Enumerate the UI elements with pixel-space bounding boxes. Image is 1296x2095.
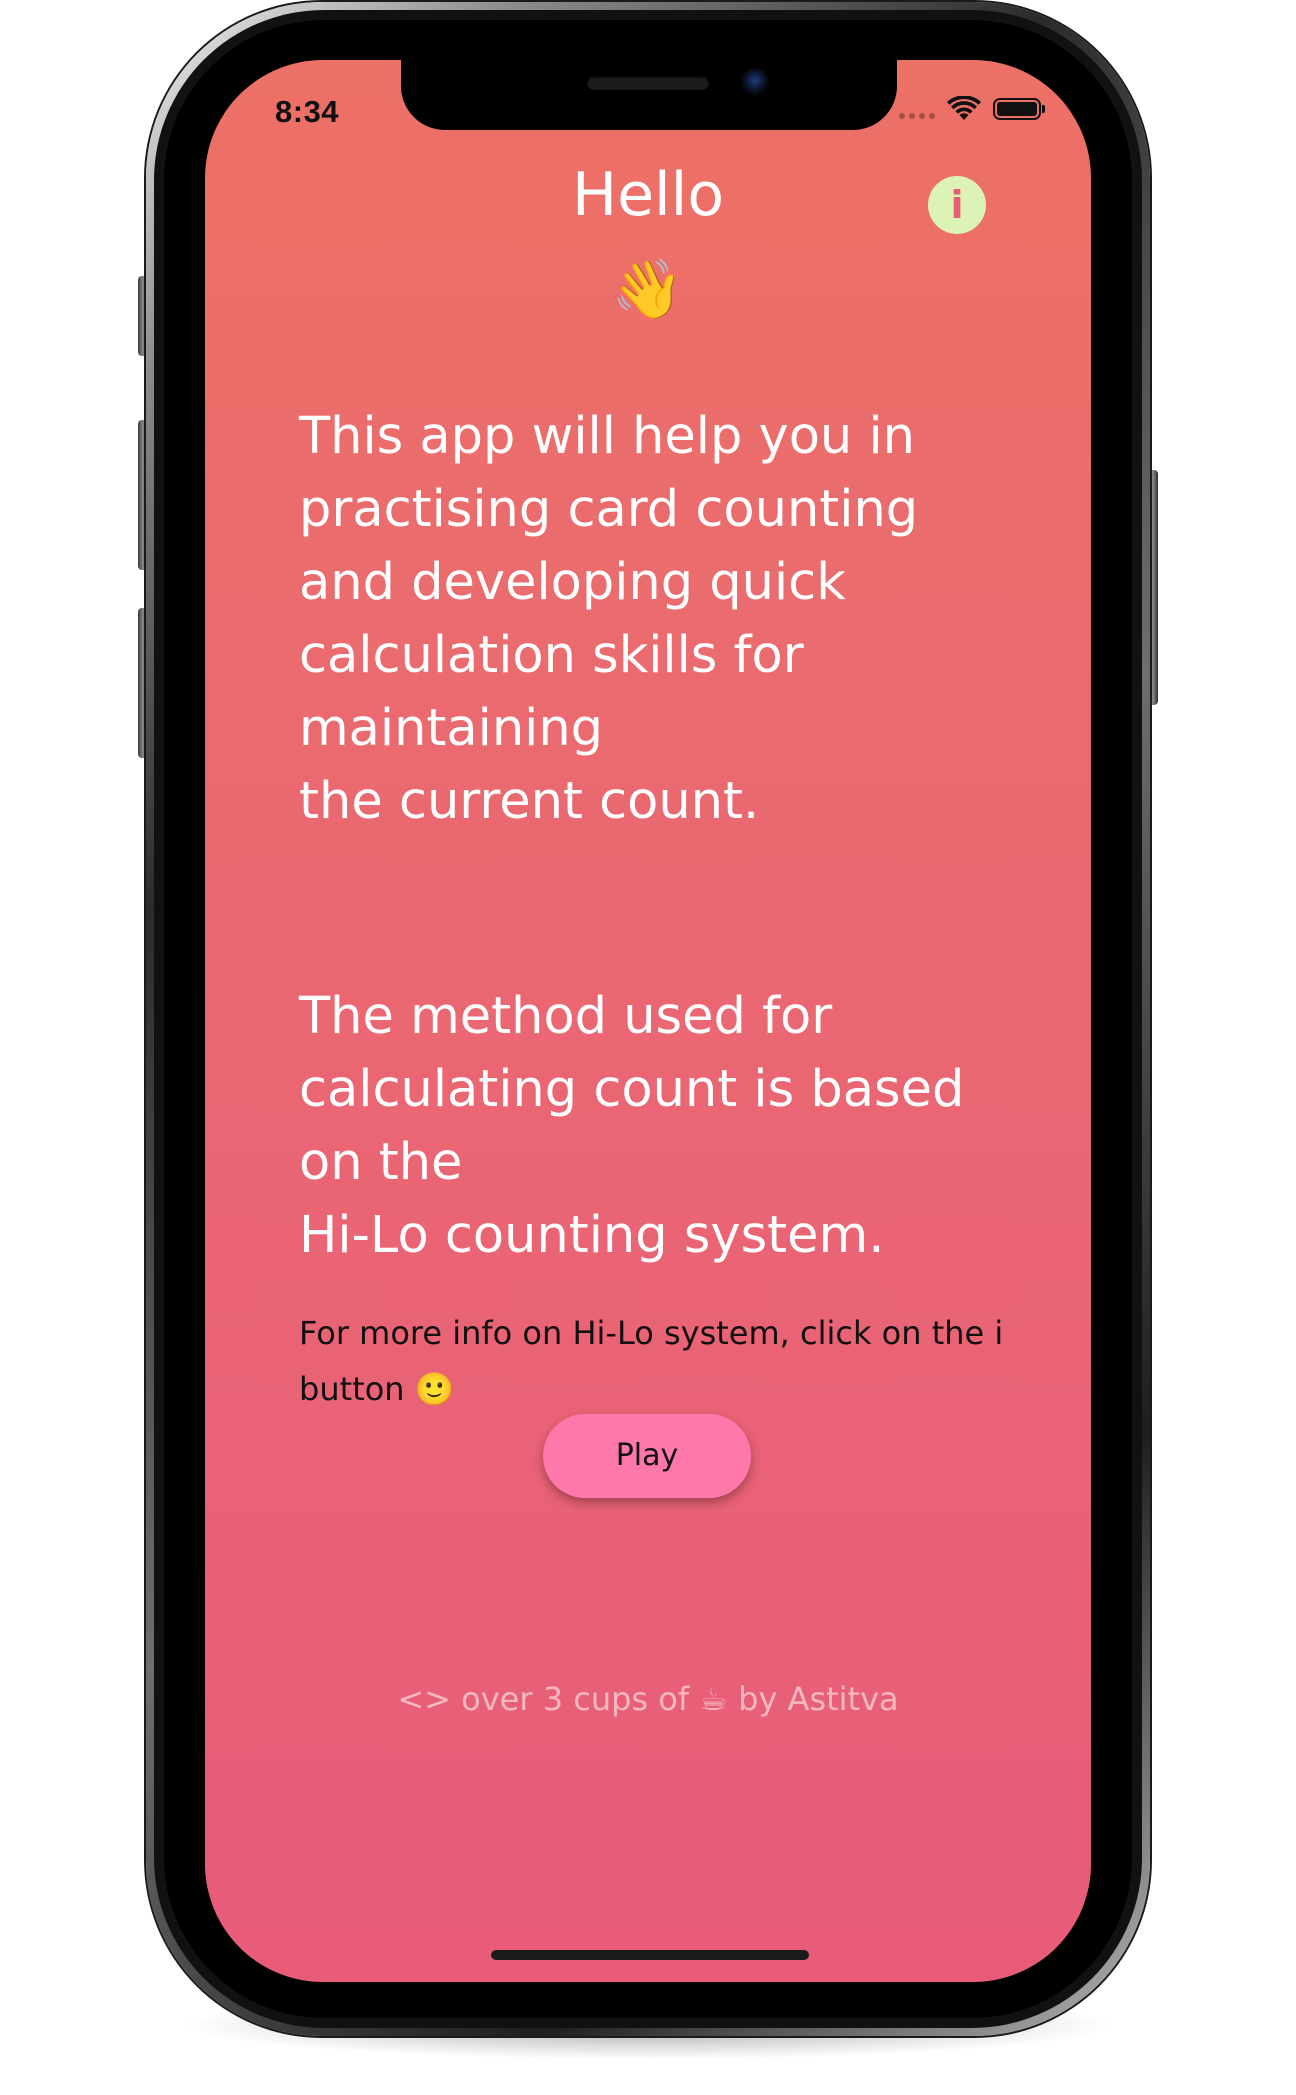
device-mockup: 8:34 Hello i 👋 This app will help you in… [0,0,1296,2095]
info-hint: For more info on Hi-Lo system, click on … [299,1314,1004,1408]
waving-hand-icon: 👋 [611,257,685,322]
notch [401,60,897,130]
home-indicator[interactable] [491,1950,809,1960]
battery-icon [993,98,1045,120]
front-camera [741,68,769,96]
status-time: 8:34 [275,94,340,129]
intro-paragraph: This app will help you in practising car… [299,407,919,831]
method-paragraph: The method used for calculating count is… [299,987,965,1265]
play-button[interactable]: Play [543,1414,751,1498]
status-icons [899,96,1045,122]
signal-icon [899,113,935,119]
footer-credit: <> over 3 cups of ☕ by Astitva [397,1680,899,1718]
wifi-icon [947,96,981,120]
app-screen: 8:34 Hello i 👋 This app will help you in… [205,60,1091,1982]
speaker-grille [587,76,709,90]
info-button[interactable]: i [928,176,986,234]
